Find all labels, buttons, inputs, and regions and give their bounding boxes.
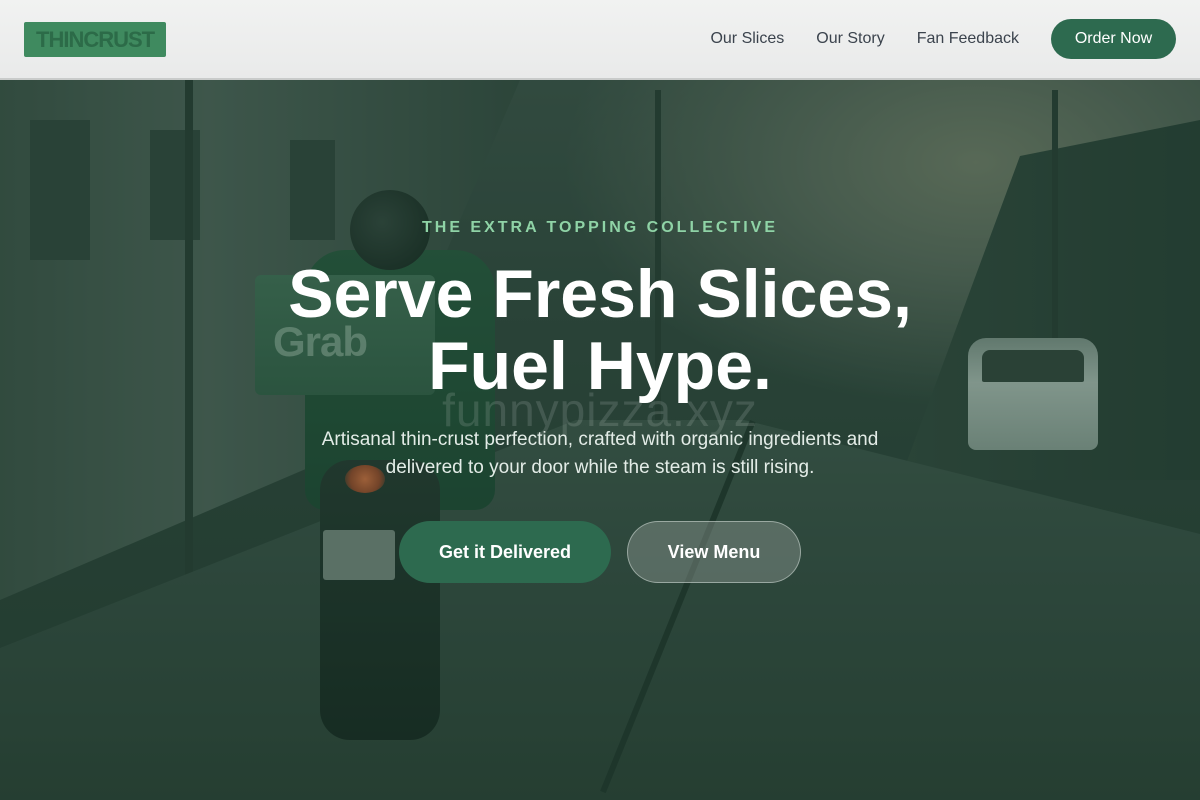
- hero-content: THE EXTRA TOPPING COLLECTIVE Serve Fresh…: [0, 0, 1200, 800]
- get-it-delivered-button[interactable]: Get it Delivered: [399, 521, 611, 583]
- hero-eyebrow: THE EXTRA TOPPING COLLECTIVE: [421, 219, 779, 236]
- headline-line-1: Serve Fresh Slices,: [288, 256, 912, 332]
- hero-subtext: Artisanal thin-crust perfection, crafted…: [321, 429, 879, 478]
- view-menu-button[interactable]: View Menu: [627, 521, 801, 583]
- hero-headline: Serve Fresh Slices, Fuel Hype.: [0, 258, 1200, 402]
